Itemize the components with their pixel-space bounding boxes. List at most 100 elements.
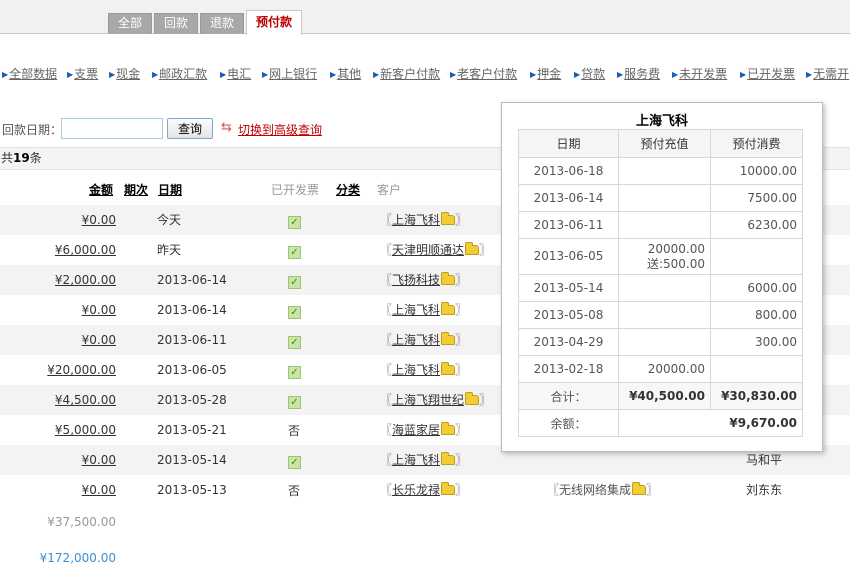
advanced-search-link[interactable]: 切换到高级查询 (238, 121, 322, 138)
filter-link[interactable]: ▶服务费 (617, 65, 660, 82)
filter-link[interactable]: ▶网上银行 (262, 65, 317, 82)
amount-link[interactable]: ¥4,500.00 (55, 392, 116, 408)
date-cell: 2013-05-14 (157, 453, 227, 467)
filter-link[interactable]: ▶贷款 (574, 65, 605, 82)
amount-link[interactable]: ¥20,000.00 (47, 362, 116, 378)
tab-payment[interactable]: 回款 (154, 13, 199, 34)
col-category-header[interactable]: 分类 (336, 181, 360, 198)
date-cell: 2013-06-14 (157, 303, 227, 317)
popup-row: 2013-05-14 6000.00 (517, 274, 803, 302)
customer-link[interactable]: 上海飞科 (392, 213, 440, 227)
invoiced-cell: ✓ (288, 213, 301, 229)
filter-link[interactable]: ▶新客户付款 (373, 65, 440, 82)
popup-consume-cell (710, 238, 803, 275)
folder-icon[interactable] (441, 332, 456, 345)
customer-link[interactable]: 上海飞翔世纪 (392, 393, 464, 407)
customer-link[interactable]: 长乐龙禄 (392, 483, 440, 497)
popup-recharge-cell: 20000.00 (618, 355, 711, 383)
sum-label: 合计： (517, 382, 620, 410)
amount-link[interactable]: ¥0.00 (82, 482, 116, 498)
filter-link[interactable]: ▶支票 (67, 65, 98, 82)
filter-link[interactable]: ▶现金 (109, 65, 140, 82)
filter-link[interactable]: ▶邮政汇款 (152, 65, 207, 82)
sum-consume: ¥30,830.00 (710, 382, 803, 410)
customer-cell: 〖上海飞科〗 (380, 302, 468, 317)
tab-all[interactable]: 全部 (108, 13, 153, 34)
filter-link[interactable]: ▶已开发票 (740, 65, 795, 82)
folder-icon[interactable] (441, 452, 456, 465)
recharge-value: 20000.00 (647, 362, 705, 376)
payment-date-input[interactable] (61, 118, 163, 139)
customer-link[interactable]: 上海飞科 (392, 453, 440, 467)
date-cell: 2013-05-21 (157, 423, 227, 437)
popup-date-cell: 2013-05-14 (517, 274, 620, 302)
popup-date-cell: 2013-04-29 (517, 328, 620, 356)
filter-link[interactable]: ▶老客户付款 (450, 65, 517, 82)
amount-link[interactable]: ¥5,000.00 (55, 422, 116, 438)
invoiced-cell: ✓ (288, 243, 301, 259)
customer-link[interactable]: 天津明顺通达 (392, 243, 464, 257)
query-button[interactable]: 查询 (167, 118, 213, 139)
type-filter-bar: ▶全部数据 ▶支票 ▶现金 ▶邮政汇款 ▶电汇 ▶网上银行 ▶其他 ▶新客户付款… (0, 65, 850, 83)
date-cell: 2013-05-28 (157, 393, 227, 407)
col-customer-header: 客户 (377, 183, 402, 197)
customer-cell: 〖上海飞科〗 (380, 332, 468, 347)
arrow-right-icon: ▶ (220, 70, 227, 79)
customer-link[interactable]: 飞扬科技 (392, 273, 440, 287)
popup-consume-cell: 6000.00 (710, 274, 803, 302)
date-cell: 昨天 (157, 243, 182, 257)
popup-recharge-cell (618, 301, 711, 329)
folder-icon[interactable] (465, 242, 480, 255)
popup-date-cell: 2013-02-18 (517, 355, 620, 383)
popup-sum-row: 合计： ¥40,500.00 ¥30,830.00 (517, 382, 803, 410)
customer-link[interactable]: 海蓝家居 (392, 423, 440, 437)
balance-label: 余额： (517, 409, 620, 437)
folder-icon[interactable] (465, 392, 480, 405)
bonus-value: 送:500.00 (646, 256, 705, 271)
tab-prepayment[interactable]: 预付款 (246, 10, 303, 35)
checkbox-checked-icon: ✓ (288, 216, 301, 229)
amount-link[interactable]: ¥0.00 (82, 332, 116, 348)
folder-icon[interactable] (632, 482, 647, 495)
customer-link[interactable]: 上海飞科 (392, 303, 440, 317)
folder-icon[interactable] (441, 422, 456, 435)
date-cell: 2013-06-14 (157, 273, 227, 287)
amount-link[interactable]: ¥0.00 (82, 302, 116, 318)
folder-icon[interactable] (441, 302, 456, 315)
filter-link[interactable]: ▶全部数据 (2, 65, 57, 82)
checkbox-checked-icon: ✓ (288, 456, 301, 469)
amount-link[interactable]: ¥2,000.00 (55, 272, 116, 288)
filter-link[interactable]: ▶押金 (530, 65, 561, 82)
arrow-right-icon: ▶ (262, 70, 269, 79)
arrow-right-icon: ▶ (530, 70, 537, 79)
popup-row: 2013-06-18 10000.00 (517, 157, 803, 185)
folder-icon[interactable] (441, 212, 456, 225)
popup-row: 2013-02-18 20000.00 (517, 355, 803, 383)
customer-link[interactable]: 上海飞科 (392, 333, 440, 347)
customer-cell: 〖上海飞科〗 (380, 452, 468, 467)
filter-link[interactable]: ▶无需开 (806, 65, 849, 82)
popup-recharge-cell (618, 274, 711, 302)
customer-cell: 〖长乐龙禄〗 (380, 482, 468, 497)
popup-row: 2013-06-05 20000.00 送:500.00 (517, 238, 803, 275)
balance-value: ¥9,670.00 (618, 409, 803, 437)
checkbox-checked-icon: ✓ (288, 306, 301, 319)
tab-bar: 全部 回款 退款 预付款 (0, 0, 850, 35)
filter-link[interactable]: ▶电汇 (220, 65, 251, 82)
amount-link[interactable]: ¥0.00 (82, 452, 116, 468)
folder-icon[interactable] (441, 362, 456, 375)
filter-link[interactable]: ▶其他 (330, 65, 361, 82)
project-link[interactable]: 无线网络集成 (559, 483, 631, 497)
popup-consume-cell: 300.00 (710, 328, 803, 356)
amount-link[interactable]: ¥6,000.00 (55, 242, 116, 258)
date-cell: 2013-06-11 (157, 333, 227, 347)
tab-refund[interactable]: 退款 (200, 13, 245, 34)
col-period-header[interactable]: 期次 (124, 181, 148, 198)
col-amount-header[interactable]: 金额 (89, 181, 113, 198)
customer-link[interactable]: 上海飞科 (392, 363, 440, 377)
folder-icon[interactable] (441, 482, 456, 495)
amount-link[interactable]: ¥0.00 (82, 212, 116, 228)
col-date-header[interactable]: 日期 (158, 181, 182, 198)
folder-icon[interactable] (441, 272, 456, 285)
filter-link[interactable]: ▶未开发票 (672, 65, 727, 82)
